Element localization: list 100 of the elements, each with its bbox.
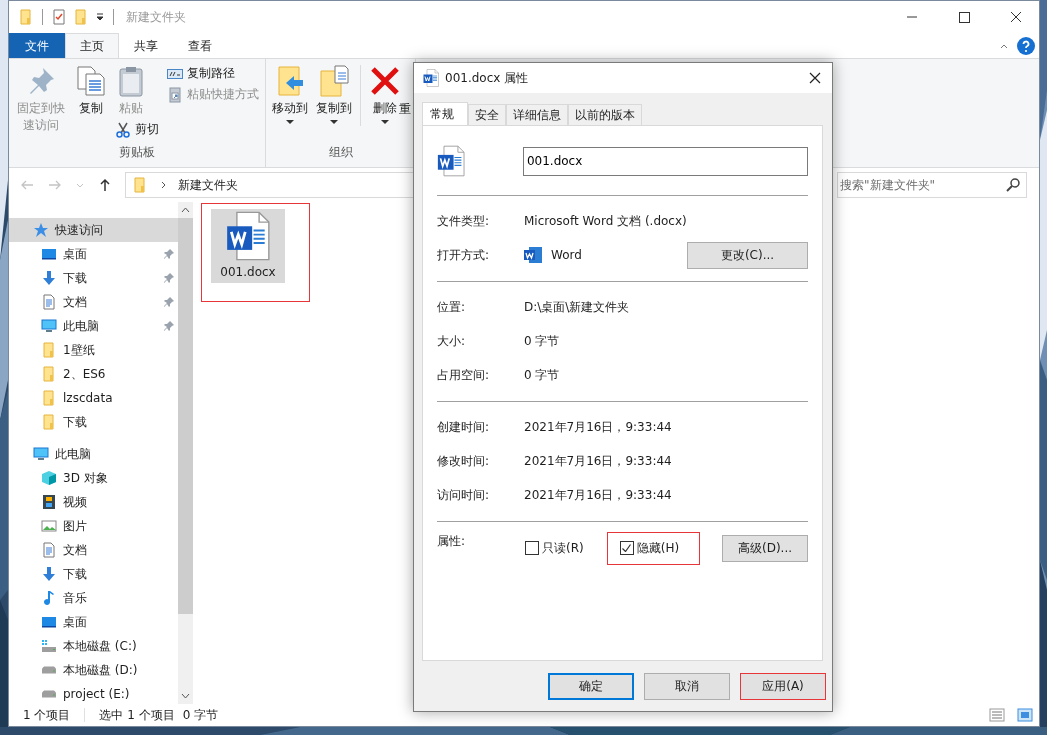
sidebar-item[interactable]: 1壁纸: [9, 338, 178, 362]
sidebar-item[interactable]: 本地磁盘 (C:): [9, 634, 178, 658]
drive-icon: [41, 666, 57, 674]
folder-icon: [18, 9, 34, 25]
ribbon-button[interactable]: 移动到: [270, 63, 310, 126]
word-document-icon: [423, 69, 439, 87]
sidebar-item[interactable]: lzscdata: [9, 386, 178, 410]
folder-copy-icon: [318, 65, 350, 97]
window-title: 新建文件夹: [126, 8, 186, 26]
ribbon-button[interactable]: 重: [399, 63, 411, 118]
folder-icon: [132, 177, 148, 193]
ribbon-group-label: 剪贴板: [119, 144, 155, 161]
dropdown-caret-icon: [286, 120, 294, 124]
ribbon-button[interactable]: 复制: [73, 63, 109, 119]
file-item[interactable]: 001.docx: [211, 209, 285, 283]
ribbon-button[interactable]: 复制路径: [165, 63, 237, 84]
scrollbar-thumb[interactable]: [178, 218, 193, 614]
sidebar-item[interactable]: 2、ES6: [9, 362, 178, 386]
sidebar-item[interactable]: 下载: [9, 266, 178, 290]
property-label: 创建时间:: [437, 418, 491, 436]
advanced-button[interactable]: 高级(D)...: [722, 534, 808, 562]
pin-icon: [164, 321, 174, 331]
large-icons-view-icon[interactable]: [1017, 707, 1033, 723]
ribbon-tab[interactable]: 主页: [65, 33, 119, 58]
computer-icon: [41, 318, 57, 334]
sidebar-item[interactable]: 本地磁盘 (D:): [9, 658, 178, 682]
drive-icon: [41, 638, 57, 654]
copy-documents-icon: [75, 65, 107, 97]
status-text: 选中 1 个项目: [99, 706, 175, 724]
drive-icon: [41, 690, 57, 698]
scrollbar[interactable]: [178, 202, 193, 704]
pin-icon: [164, 273, 174, 283]
search-field[interactable]: 搜索"新建文件夹": [837, 172, 1027, 198]
pin-icon: [164, 297, 174, 307]
sidebar-item[interactable]: 下载: [9, 410, 178, 434]
dialog-button[interactable]: 应用(A): [740, 673, 826, 700]
property-label: 打开方式:: [437, 246, 491, 264]
file-name-field[interactable]: 001.docx: [522, 146, 808, 176]
image-icon: [41, 518, 57, 534]
ribbon-tab[interactable]: 查看: [173, 33, 227, 58]
document-icon: [41, 542, 57, 558]
sidebar-item[interactable]: project (E:): [9, 682, 178, 706]
dropdown-caret-icon: [381, 120, 389, 124]
cube-icon: [41, 470, 57, 486]
details-view-icon[interactable]: [989, 707, 1005, 723]
property-label: 占用空间:: [437, 366, 491, 384]
folder-icon: [41, 390, 57, 406]
checkbox[interactable]: 只读(R): [525, 539, 584, 557]
status-text: 1 个项目: [23, 706, 71, 724]
dialog-tab[interactable]: 以前的版本: [568, 104, 642, 126]
sidebar-item[interactable]: 视频: [9, 490, 178, 514]
download-arrow-icon: [41, 566, 57, 582]
sidebar-item[interactable]: 桌面: [9, 242, 178, 266]
film-icon: [41, 494, 57, 510]
close-icon[interactable]: [808, 71, 822, 85]
properties-icon[interactable]: [51, 9, 67, 25]
property-value: 2021年7月16日，9:33:44: [524, 418, 672, 436]
sidebar-item[interactable]: 3D 对象: [9, 466, 178, 490]
sidebar-item[interactable]: 桌面: [9, 610, 178, 634]
property-label: 大小:: [437, 332, 467, 350]
dropdown-icon[interactable]: [95, 12, 105, 22]
property-value: 2021年7月16日，9:33:44: [524, 486, 672, 504]
ribbon-button[interactable]: 剪切: [113, 119, 161, 140]
dialog-tab[interactable]: 常规: [422, 102, 468, 126]
ribbon-button[interactable]: 复制到: [314, 63, 354, 126]
desktop-icon: [41, 614, 57, 630]
status-text: 0 字节: [182, 706, 219, 724]
property-value: 0 字节: [524, 366, 560, 384]
scissors-icon: [115, 121, 131, 138]
sidebar-item[interactable]: 此电脑: [9, 442, 178, 466]
property-label: 访问时间:: [437, 486, 491, 504]
word-document-icon: [437, 144, 465, 178]
sidebar-item[interactable]: 此电脑: [9, 314, 178, 338]
file-menu-tab[interactable]: 文件: [9, 33, 65, 58]
sidebar-item[interactable]: 快速访问: [9, 218, 178, 242]
property-label: 属性:: [437, 533, 467, 550]
sidebar-item[interactable]: 文档: [9, 538, 178, 562]
word-document-icon: [224, 211, 272, 261]
ribbon-tab[interactable]: 共享: [119, 33, 173, 58]
dialog-button[interactable]: 确定: [548, 673, 634, 700]
change-button[interactable]: 更改(C)...: [687, 241, 808, 269]
checkbox[interactable]: 隐藏(H): [619, 539, 680, 557]
dialog-button[interactable]: 取消: [644, 673, 730, 700]
checkmark-icon: [622, 544, 632, 552]
sidebar-item[interactable]: 文档: [9, 290, 178, 314]
property-label: 修改时间:: [437, 452, 491, 470]
delete-cross-icon: [369, 65, 401, 97]
dialog-tab[interactable]: 详细信息: [506, 104, 568, 126]
desktop-icon: [41, 246, 57, 262]
dialog-title: 001.docx 属性: [445, 69, 529, 87]
help-icon[interactable]: [1017, 36, 1035, 55]
sidebar-item[interactable]: 下载: [9, 562, 178, 586]
shortcut-paste-icon: [167, 86, 183, 103]
pin-icon: [164, 249, 174, 259]
property-label: 文件类型:: [437, 212, 491, 230]
dialog-tab[interactable]: 安全: [468, 104, 506, 126]
sidebar-item[interactable]: 图片: [9, 514, 178, 538]
star-icon: [33, 222, 49, 238]
folder-icon: [73, 9, 89, 25]
sidebar-item[interactable]: 音乐: [9, 586, 178, 610]
